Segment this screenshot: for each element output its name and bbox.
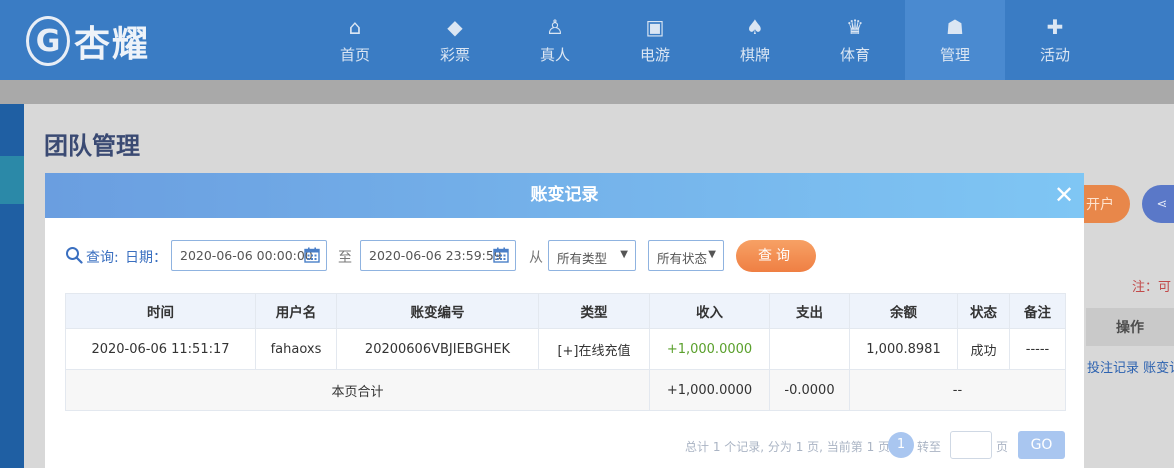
background-row-actions[interactable]: 投注记录 账变记 [1087, 357, 1174, 376]
pagination-info: 总计 1 个记录, 分为 1 页, 当前第 1 页 [685, 440, 891, 454]
nav-item-live[interactable]: ♙ 真人 [505, 0, 605, 80]
person-icon: ♙ [546, 14, 564, 39]
from-label: 从 [529, 250, 543, 266]
left-sidebar [0, 104, 24, 468]
query-button[interactable]: 查询 [736, 240, 816, 272]
nav-label: 彩票 [439, 45, 470, 64]
brand-logo[interactable]: G 杏耀 [26, 8, 150, 74]
nav-item-sports[interactable]: ♛ 体育 [805, 0, 905, 80]
page-total-income: +1,000.0000 [649, 369, 770, 411]
column-header-type: 类型 [538, 293, 650, 329]
type-select-value: 所有类型 [557, 251, 608, 266]
search-icon [66, 247, 83, 264]
column-header-remark: 备注 [1009, 293, 1066, 329]
main-nav: ⌂ 首页 ◆ 彩票 ♙ 真人 ▣ 电游 ♠ 棋牌 ♛ 体育 ☗ 管理 ✚ 活动 [305, 0, 1105, 80]
page-unit-label: 页 [996, 440, 1009, 454]
cell-type: [+]在线充值 [538, 328, 650, 370]
ticket-icon: ◆ [447, 14, 463, 39]
column-header-income: 收入 [649, 293, 770, 329]
close-icon[interactable]: ✕ [1051, 182, 1077, 208]
query-label: 查询: [86, 250, 119, 266]
goto-page-input[interactable] [950, 431, 992, 459]
nav-item-lottery[interactable]: ◆ 彩票 [405, 0, 505, 80]
column-header-balance: 余额 [849, 293, 958, 329]
background-table-header-actions: 操作 [1086, 308, 1174, 346]
logo-text: 杏耀 [74, 24, 151, 65]
records-table: 时间 用户名 账变编号 类型 收入 支出 余额 状态 备注 2020-06-06… [65, 293, 1066, 411]
users-icon: ☗ [946, 14, 964, 39]
to-label: 至 [338, 250, 352, 266]
calendar-icon[interactable] [493, 247, 509, 263]
logo-emblem-icon: G [26, 16, 70, 66]
cell-balance: 1,000.8981 [849, 328, 958, 370]
type-select[interactable]: 所有类型 ▼ [548, 240, 636, 271]
cell-status: 成功 [957, 328, 1010, 370]
share-button[interactable]: ⋖ [1142, 185, 1174, 223]
nav-item-slots[interactable]: ▣ 电游 [605, 0, 705, 80]
goto-label: 转至 [917, 440, 942, 454]
transaction-records-modal: 账变记录 ✕ 查询: 日期： 2020-06-06 00:00:00 至 202… [45, 173, 1084, 468]
nav-label: 电游 [639, 45, 670, 64]
open-account-button[interactable]: 开户 [1080, 185, 1130, 223]
nav-label: 首页 [339, 45, 370, 64]
start-date-input[interactable]: 2020-06-06 00:00:00 [171, 240, 327, 271]
table-header-row: 时间 用户名 账变编号 类型 收入 支出 余额 状态 备注 [65, 293, 1066, 329]
cards-icon: ♠ [746, 14, 764, 39]
chevron-down-icon: ▼ [708, 249, 716, 260]
column-header-time: 时间 [65, 293, 256, 329]
column-header-transaction-id: 账变编号 [336, 293, 539, 329]
table-row: 2020-06-06 11:51:17 fahaoxs 20200606VBJI… [65, 328, 1066, 370]
nav-label: 棋牌 [739, 45, 770, 64]
share-icon: ⋖ [1156, 196, 1168, 212]
trophy-icon: ♛ [846, 14, 864, 39]
nav-item-promotions[interactable]: ✚ 活动 [1005, 0, 1105, 80]
end-date-value: 2020-06-06 23:59:59 [369, 248, 502, 263]
cell-remark: ----- [1009, 328, 1066, 370]
cell-username: fahaoxs [255, 328, 337, 370]
page-top-strip [0, 80, 1174, 104]
cell-income: +1,000.0000 [649, 328, 770, 370]
nav-label: 活动 [1039, 45, 1070, 64]
page-total-expense: -0.0000 [769, 369, 850, 411]
status-select-value: 所有状态 [657, 251, 708, 266]
nav-label: 管理 [939, 45, 970, 64]
page-number-current[interactable]: 1 [888, 432, 914, 458]
nav-item-cards[interactable]: ♠ 棋牌 [705, 0, 805, 80]
date-label: 日期： [125, 250, 167, 266]
end-date-input[interactable]: 2020-06-06 23:59:59 [360, 240, 516, 271]
page-total-label: 本页合计 [65, 369, 650, 411]
start-date-value: 2020-06-06 00:00:00 [180, 248, 313, 263]
top-navigation-bar: G 杏耀 ⌂ 首页 ◆ 彩票 ♙ 真人 ▣ 电游 ♠ 棋牌 ♛ 体育 ☗ 管理 [0, 0, 1174, 80]
page-title: 团队管理 [44, 132, 140, 160]
cell-time: 2020-06-06 11:51:17 [65, 328, 256, 370]
nav-item-home[interactable]: ⌂ 首页 [305, 0, 405, 80]
page-total-row: 本页合计 +1,000.0000 -0.0000 -- [65, 369, 1066, 411]
page-total-rest: -- [849, 369, 1066, 411]
gift-icon: ✚ [1046, 14, 1064, 39]
home-icon: ⌂ [348, 14, 362, 39]
calendar-icon[interactable] [304, 247, 320, 263]
status-select[interactable]: 所有状态 ▼ [648, 240, 724, 271]
nav-label: 真人 [539, 45, 570, 64]
slot-machine-icon: ▣ [645, 14, 665, 39]
column-header-username: 用户名 [255, 293, 337, 329]
column-header-expense: 支出 [769, 293, 850, 329]
cell-expense [769, 328, 850, 370]
background-note: 注：可 [1132, 280, 1172, 295]
pagination: 总计 1 个记录, 分为 1 页, 当前第 1 页 1 转至 页 GO [685, 431, 1065, 459]
nav-item-management[interactable]: ☗ 管理 [905, 0, 1005, 80]
filter-bar: 查询: 日期： 2020-06-06 00:00:00 至 2020-06-06… [65, 240, 1065, 272]
chevron-down-icon: ▼ [620, 249, 628, 260]
nav-label: 体育 [839, 45, 870, 64]
cell-transaction-id: 20200606VBJIEBGHEK [336, 328, 539, 370]
sidebar-active-item[interactable] [0, 156, 24, 204]
column-header-status: 状态 [957, 293, 1010, 329]
modal-title: 账变记录 [530, 185, 599, 205]
go-button[interactable]: GO [1018, 431, 1065, 459]
